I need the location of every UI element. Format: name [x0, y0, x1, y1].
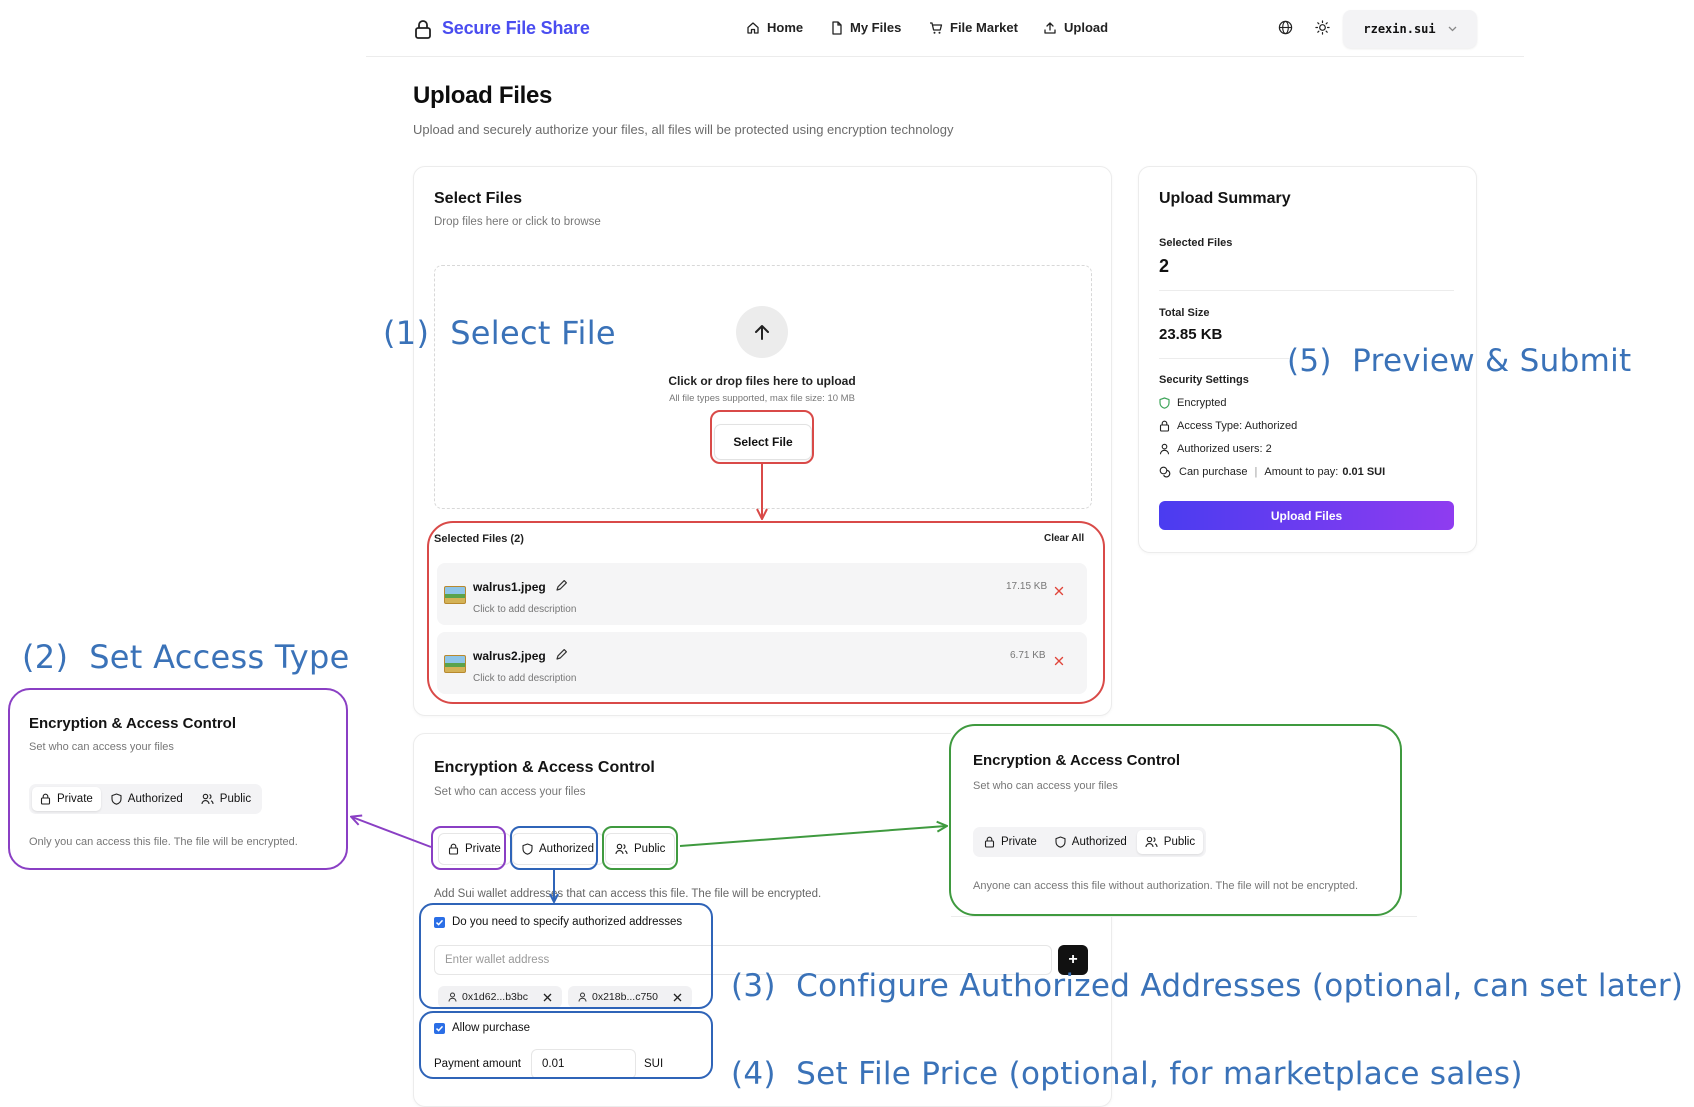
step-3-label: (3) Configure Authorized Addresses (opti… [731, 968, 1683, 1004]
step-number: (5) [1287, 343, 1332, 379]
arrow-to-public-panel [679, 826, 946, 847]
step-1-label: (1) Select File [383, 314, 616, 352]
step-number: (2) [22, 638, 69, 676]
step-2-label: (2) Set Access Type [22, 638, 350, 676]
arrow-to-private-panel [352, 817, 432, 848]
step-text: Set Access Type [89, 638, 350, 676]
step-number: (1) [383, 314, 430, 352]
step-number: (4) [731, 1056, 776, 1092]
step-text: Set File Price (optional, for marketplac… [796, 1056, 1523, 1092]
annotation-arrows [0, 464, 1694, 1100]
step-5-label: (5) Preview & Submit [1287, 343, 1631, 379]
step-text: Preview & Submit [1352, 343, 1632, 379]
step-text: Configure Authorized Addresses (optional… [796, 968, 1684, 1004]
step-text: Select File [450, 314, 616, 352]
step-number: (3) [731, 968, 776, 1004]
step-4-label: (4) Set File Price (optional, for market… [731, 1056, 1523, 1092]
